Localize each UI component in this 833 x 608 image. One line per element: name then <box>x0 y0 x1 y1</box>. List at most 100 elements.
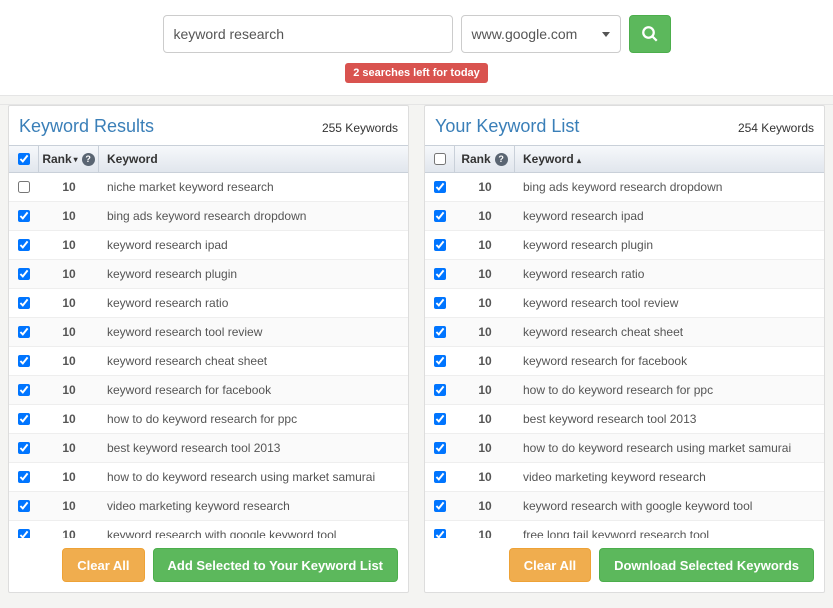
table-row: 10how to do keyword research for ppc <box>425 376 824 405</box>
sort-asc-icon: ▴ <box>577 156 581 165</box>
header-rank[interactable]: Rank ? <box>455 146 515 172</box>
panel-title: Keyword Results <box>19 116 154 137</box>
table-row: 10keyword research for facebook <box>9 376 408 405</box>
row-checkbox[interactable] <box>18 210 30 222</box>
row-checkbox[interactable] <box>18 471 30 483</box>
table-row: 10best keyword research tool 2013 <box>425 405 824 434</box>
row-checkbox[interactable] <box>18 268 30 280</box>
row-checkbox-cell <box>425 289 455 317</box>
row-rank: 10 <box>455 231 515 259</box>
row-keyword: keyword research with google keyword too… <box>99 521 408 538</box>
row-keyword: keyword research ipad <box>99 231 408 259</box>
row-checkbox[interactable] <box>434 239 446 251</box>
keyword-results-panel: Keyword Results 255 Keywords Rank ▾ ? Ke… <box>8 105 409 593</box>
add-selected-button[interactable]: Add Selected to Your Keyword List <box>153 548 399 582</box>
table-row: 10keyword research plugin <box>425 231 824 260</box>
row-rank: 10 <box>39 318 99 346</box>
table-row: 10how to do keyword research for ppc <box>9 405 408 434</box>
row-checkbox[interactable] <box>434 181 446 193</box>
row-checkbox[interactable] <box>434 384 446 396</box>
search-bar: www.google.com <box>0 0 833 63</box>
row-checkbox-cell <box>9 289 39 317</box>
header-keyword-label: Keyword <box>523 152 574 166</box>
row-checkbox[interactable] <box>18 355 30 367</box>
panel-count: 254 Keywords <box>738 121 814 135</box>
panel-count: 255 Keywords <box>322 121 398 135</box>
table-row: 10keyword research ratio <box>9 289 408 318</box>
row-rank: 10 <box>39 202 99 230</box>
help-icon[interactable]: ? <box>495 153 508 166</box>
row-checkbox-cell <box>9 521 39 538</box>
row-checkbox[interactable] <box>18 442 30 454</box>
table-row: 10keyword research tool review <box>425 289 824 318</box>
row-keyword: how to do keyword research for ppc <box>515 376 824 404</box>
row-checkbox[interactable] <box>18 384 30 396</box>
row-checkbox-cell <box>9 260 39 288</box>
row-rank: 10 <box>455 434 515 462</box>
list-grid[interactable]: 10bing ads keyword research dropdown10ke… <box>425 173 824 538</box>
table-row: 10video marketing keyword research <box>9 492 408 521</box>
row-checkbox[interactable] <box>434 268 446 280</box>
row-checkbox[interactable] <box>18 326 30 338</box>
table-row: 10keyword research tool review <box>9 318 408 347</box>
header-rank[interactable]: Rank ▾ ? <box>39 146 99 172</box>
table-row: 10keyword research with google keyword t… <box>9 521 408 538</box>
row-rank: 10 <box>39 463 99 491</box>
row-checkbox[interactable] <box>434 471 446 483</box>
results-grid[interactable]: 10niche market keyword research10bing ad… <box>9 173 408 538</box>
row-keyword: bing ads keyword research dropdown <box>515 173 824 201</box>
row-checkbox[interactable] <box>18 529 30 538</box>
clear-all-button[interactable]: Clear All <box>62 548 144 582</box>
row-checkbox[interactable] <box>18 239 30 251</box>
row-rank: 10 <box>455 347 515 375</box>
row-rank: 10 <box>39 434 99 462</box>
row-checkbox[interactable] <box>18 297 30 309</box>
row-checkbox[interactable] <box>18 500 30 512</box>
row-rank: 10 <box>39 173 99 201</box>
row-checkbox-cell <box>9 463 39 491</box>
domain-select[interactable]: www.google.com <box>461 15 621 53</box>
row-keyword: keyword research cheat sheet <box>515 318 824 346</box>
header-keyword[interactable]: Keyword ▴ <box>515 146 824 172</box>
clear-all-button[interactable]: Clear All <box>509 548 591 582</box>
row-keyword: keyword research with google keyword too… <box>515 492 824 520</box>
table-row: 10free long tail keyword research tool <box>425 521 824 538</box>
row-checkbox[interactable] <box>18 413 30 425</box>
row-checkbox-cell <box>425 405 455 433</box>
select-all-checkbox[interactable] <box>434 153 446 165</box>
grid-header: Rank ? Keyword ▴ <box>425 145 824 173</box>
divider-strip <box>0 95 833 105</box>
download-selected-button[interactable]: Download Selected Keywords <box>599 548 814 582</box>
panel-footer: Clear All Add Selected to Your Keyword L… <box>9 538 408 592</box>
row-checkbox[interactable] <box>434 326 446 338</box>
row-keyword: keyword research cheat sheet <box>99 347 408 375</box>
header-checkbox-cell <box>9 146 39 172</box>
sort-desc-icon: ▾ <box>74 155 78 164</box>
row-checkbox-cell <box>425 347 455 375</box>
row-keyword: keyword research ipad <box>515 202 824 230</box>
table-row: 10keyword research ipad <box>9 231 408 260</box>
row-keyword: best keyword research tool 2013 <box>99 434 408 462</box>
row-checkbox[interactable] <box>434 500 446 512</box>
row-rank: 10 <box>455 260 515 288</box>
row-checkbox[interactable] <box>434 529 446 538</box>
help-icon[interactable]: ? <box>82 153 95 166</box>
row-keyword: keyword research plugin <box>515 231 824 259</box>
row-checkbox[interactable] <box>434 442 446 454</box>
table-row: 10best keyword research tool 2013 <box>9 434 408 463</box>
row-checkbox-cell <box>9 318 39 346</box>
select-all-checkbox[interactable] <box>18 153 30 165</box>
row-checkbox[interactable] <box>434 297 446 309</box>
search-button[interactable] <box>629 15 671 53</box>
row-checkbox-cell <box>425 434 455 462</box>
row-checkbox[interactable] <box>434 355 446 367</box>
table-row: 10keyword research plugin <box>9 260 408 289</box>
row-keyword: niche market keyword research <box>99 173 408 201</box>
row-keyword: how to do keyword research for ppc <box>99 405 408 433</box>
row-checkbox-cell <box>425 521 455 538</box>
keyword-input[interactable] <box>163 15 453 53</box>
header-keyword[interactable]: Keyword <box>99 146 408 172</box>
row-checkbox[interactable] <box>434 413 446 425</box>
row-checkbox[interactable] <box>18 181 30 193</box>
row-checkbox[interactable] <box>434 210 446 222</box>
